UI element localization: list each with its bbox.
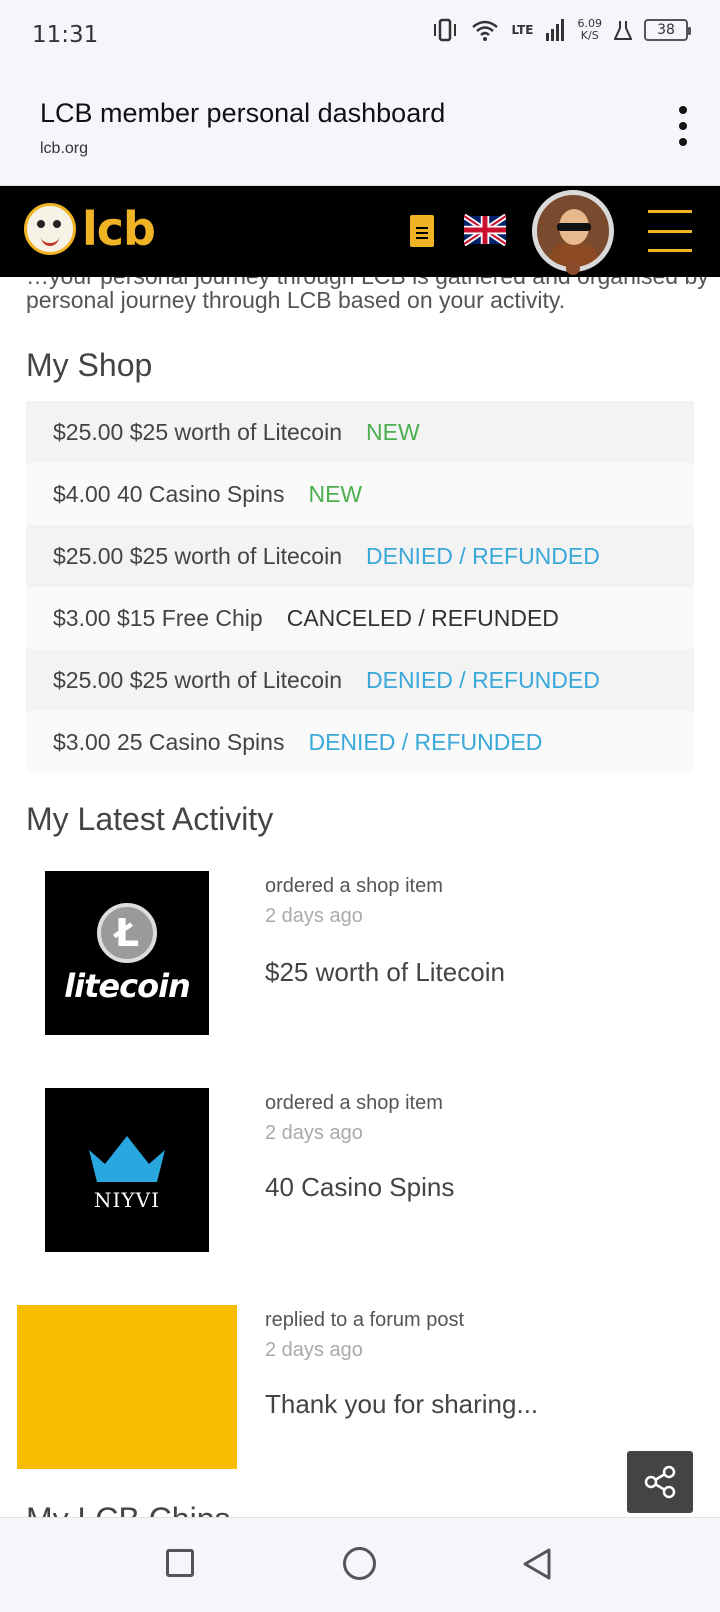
- recents-icon[interactable]: [166, 1549, 194, 1577]
- flask-icon: [614, 21, 632, 40]
- battery-icon: 38: [644, 19, 691, 41]
- niyvi-thumbnail[interactable]: NIYVI: [45, 1088, 209, 1252]
- wifi-icon: [472, 20, 499, 41]
- status-badge: NEW: [308, 480, 363, 507]
- shop-item-name: $15 Free Chip: [116, 604, 263, 631]
- network-type: LTE: [511, 23, 534, 37]
- crown-icon: [89, 1136, 165, 1182]
- activity-action: replied to a forum post: [265, 1309, 464, 1331]
- hamburger-icon[interactable]: [648, 210, 692, 252]
- my-shop-heading: My Shop: [26, 347, 153, 383]
- shop-item-name: 25 Casino Spins: [116, 728, 285, 755]
- activity-title[interactable]: Thank you for sharing...: [265, 1389, 538, 1420]
- shop-list: $25.00 $25 worth of Litecoin NEW $4.00 4…: [26, 401, 694, 773]
- avatar-status-dot: [566, 261, 580, 275]
- logo-text: lcb: [82, 202, 156, 256]
- my-lcb-chips-heading: My LCB Chips: [26, 1503, 426, 1517]
- litecoin-wordmark: litecoin: [64, 967, 191, 1005]
- site-header: lcb: [0, 186, 720, 277]
- litecoin-thumbnail[interactable]: litecoin: [45, 871, 209, 1035]
- shop-item-name: $25 worth of Litecoin: [129, 542, 342, 569]
- shop-price: $25.00: [53, 542, 124, 569]
- status-badge: DENIED / REFUNDED: [366, 666, 600, 693]
- shop-row[interactable]: $4.00 40 Casino Spins NEW: [26, 463, 694, 525]
- document-icon[interactable]: [410, 215, 434, 247]
- shop-item-name: 40 Casino Spins: [116, 480, 285, 507]
- more-vert-icon[interactable]: [676, 106, 690, 146]
- home-icon[interactable]: [343, 1547, 376, 1580]
- status-badge: NEW: [366, 418, 420, 445]
- next-section-heading: My LCB Chips: [26, 1503, 426, 1517]
- activity-action: ordered a shop item: [265, 1092, 443, 1114]
- activity-title[interactable]: 40 Casino Spins: [265, 1172, 454, 1203]
- litecoin-icon: [97, 903, 157, 963]
- status-icons: LTE 6.09 K/S 38: [431, 18, 691, 42]
- back-icon[interactable]: [521, 1547, 553, 1581]
- intro-text: personal journey through LCB based on yo…: [26, 287, 566, 313]
- net-speed: 6.09 K/S: [578, 18, 603, 42]
- net-speed-unit: K/S: [580, 29, 599, 42]
- shop-item-name: $25 worth of Litecoin: [129, 666, 342, 693]
- activity-action: ordered a shop item: [265, 875, 443, 897]
- status-badge: CANCELED / REFUNDED: [286, 604, 559, 631]
- share-button[interactable]: [627, 1451, 693, 1513]
- lcb-logo[interactable]: lcb: [24, 202, 156, 256]
- shop-row[interactable]: $25.00 $25 worth of Litecoin NEW: [26, 401, 694, 463]
- shop-row[interactable]: $25.00 $25 worth of Litecoin DENIED / RE…: [26, 525, 694, 587]
- latest-activity-heading: My Latest Activity: [26, 801, 274, 837]
- system-nav-bar: [0, 1517, 720, 1612]
- shop-price: $25.00: [53, 666, 124, 693]
- signal-icon: [545, 19, 564, 41]
- activity-title[interactable]: $25 worth of Litecoin: [265, 957, 505, 988]
- shop-price: $25.00: [53, 418, 124, 445]
- page-url: lcb.org: [40, 140, 89, 157]
- avatar[interactable]: [532, 190, 614, 272]
- activity-item[interactable]: litecoin ordered a shop item 2 days ago …: [0, 871, 720, 1037]
- shop-row[interactable]: $25.00 $25 worth of Litecoin DENIED / RE…: [26, 649, 694, 711]
- niyvi-wordmark: NIYVI: [94, 1188, 160, 1212]
- activity-item[interactable]: NIYVI ordered a shop item 2 days ago 40 …: [0, 1088, 720, 1254]
- uk-flag-icon[interactable]: [464, 214, 506, 246]
- shop-price: $3.00: [53, 728, 111, 755]
- shop-row[interactable]: $3.00 25 Casino Spins DENIED / REFUNDED: [26, 711, 694, 773]
- lcb-mascot-icon: [24, 203, 76, 255]
- shop-row[interactable]: $3.00 $15 Free Chip CANCELED / REFUNDED: [26, 587, 694, 649]
- shop-item-name: $25 worth of Litecoin: [129, 418, 342, 445]
- activity-time: 2 days ago: [265, 1339, 363, 1361]
- status-badge: DENIED / REFUNDED: [308, 728, 543, 755]
- status-bar: 11:31 LTE 6.09 K/S 38: [0, 0, 720, 72]
- status-time: 11:31: [32, 22, 99, 48]
- status-badge: DENIED / REFUNDED: [366, 542, 600, 569]
- forum-thumbnail[interactable]: [17, 1305, 237, 1469]
- activity-item[interactable]: replied to a forum post 2 days ago Thank…: [0, 1305, 720, 1471]
- share-icon: [644, 1465, 676, 1499]
- shop-price: $4.00: [53, 480, 111, 507]
- shop-price: $3.00: [53, 604, 111, 631]
- page-title: LCB member personal dashboard: [40, 98, 446, 128]
- browser-title-bar: LCB member personal dashboard lcb.org: [0, 72, 720, 186]
- activity-time: 2 days ago: [265, 1122, 363, 1144]
- vibrate-icon: [434, 18, 457, 42]
- activity-time: 2 days ago: [265, 905, 363, 927]
